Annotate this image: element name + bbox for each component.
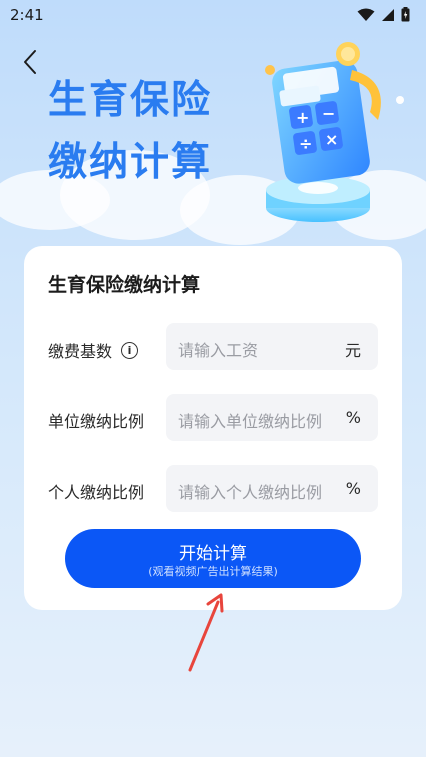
hero-title-line2: 缴纳计算 (48, 140, 213, 185)
start-calculation-button[interactable]: 开始计算 (观看视频广告出计算结果) (65, 529, 361, 588)
svg-text:−: − (322, 104, 335, 123)
start-calculation-sublabel: (观看视频广告出计算结果) (148, 565, 278, 578)
base-salary-unit: 元 (344, 341, 361, 360)
info-icon[interactable]: i (121, 342, 139, 359)
annotation-arrow-icon (188, 593, 224, 672)
svg-text:+: + (296, 108, 309, 127)
calculator-illustration-icon: + − ÷ × (265, 42, 404, 222)
employer-rate-unit: % (345, 408, 361, 427)
status-time: 2:41 (10, 6, 44, 24)
base-salary-label-text: 缴费基数 (48, 342, 113, 361)
employer-rate-label: 单位缴纳比例 (48, 412, 145, 431)
personal-rate-input[interactable]: 请输入个人缴纳比例 % (166, 465, 378, 512)
base-salary-input[interactable]: 请输入工资 元 (166, 323, 378, 370)
start-calculation-label: 开始计算 (179, 544, 247, 564)
personal-rate-placeholder: 请输入个人缴纳比例 (178, 483, 323, 502)
personal-rate-label: 个人缴纳比例 (48, 483, 145, 502)
svg-text:×: × (325, 130, 338, 149)
base-salary-placeholder: 请输入工资 (178, 341, 259, 360)
employer-rate-placeholder: 请输入单位缴纳比例 (178, 412, 323, 431)
battery-icon (401, 7, 410, 22)
chevron-left-icon (24, 50, 36, 74)
hero-title-line1: 生育保险 (48, 78, 213, 123)
card-title: 生育保险缴纳计算 (48, 274, 201, 296)
wifi-icon (357, 8, 375, 21)
back-button[interactable] (16, 46, 44, 78)
status-icons (357, 7, 410, 22)
signal-icon (382, 8, 394, 21)
status-bar: 2:41 (0, 0, 426, 30)
employer-rate-input[interactable]: 请输入单位缴纳比例 % (166, 394, 378, 441)
calculator-card: 生育保险缴纳计算 缴费基数 i 请输入工资 元 单位缴纳比例 请输入单位缴纳比例 … (24, 246, 402, 610)
svg-text:÷: ÷ (299, 134, 312, 153)
personal-rate-unit: % (345, 479, 361, 498)
base-salary-label: 缴费基数 i (48, 338, 139, 362)
hero-title: 生育保险 缴纳计算 (48, 70, 212, 194)
